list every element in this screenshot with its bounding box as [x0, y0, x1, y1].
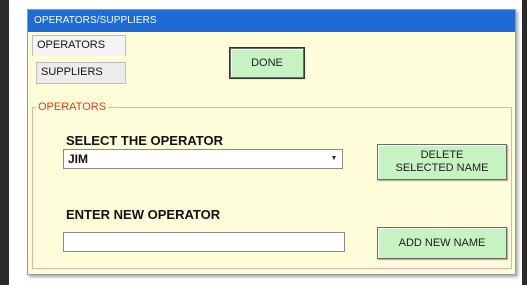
- operators-group: OPERATORS SELECT THE OPERATOR JIM ▼ DELE…: [32, 100, 512, 269]
- delete-button-line1: DELETE: [420, 149, 464, 161]
- tab-operators[interactable]: OPERATORS: [32, 35, 126, 56]
- window-title: OPERATORS/SUPPLIERS: [28, 10, 515, 32]
- group-legend: OPERATORS: [36, 100, 109, 114]
- dropdown-arrow-icon[interactable]: ▼: [328, 152, 340, 166]
- select-operator-label: SELECT THE OPERATOR: [66, 133, 223, 148]
- delete-selected-name-button[interactable]: DELETE SELECTED NAME: [377, 144, 507, 180]
- delete-button-line2: SELECTED NAME: [395, 162, 489, 174]
- tab-suppliers[interactable]: SUPPLIERS: [36, 62, 126, 84]
- done-button[interactable]: DONE: [229, 47, 305, 79]
- left-frame-edge: [0, 0, 9, 285]
- operators-suppliers-window: OPERATORS/SUPPLIERS OPERATORS SUPPLIERS …: [27, 9, 516, 275]
- operator-select[interactable]: JIM ▼: [63, 149, 343, 169]
- right-frame-edge: [522, 0, 527, 285]
- add-new-name-button[interactable]: ADD NEW NAME: [377, 227, 507, 259]
- new-operator-input[interactable]: [63, 232, 345, 252]
- enter-new-operator-label: ENTER NEW OPERATOR: [66, 207, 221, 222]
- tab-and-action-bar: OPERATORS SUPPLIERS DONE: [28, 32, 515, 96]
- selected-operator-value: JIM: [68, 152, 89, 166]
